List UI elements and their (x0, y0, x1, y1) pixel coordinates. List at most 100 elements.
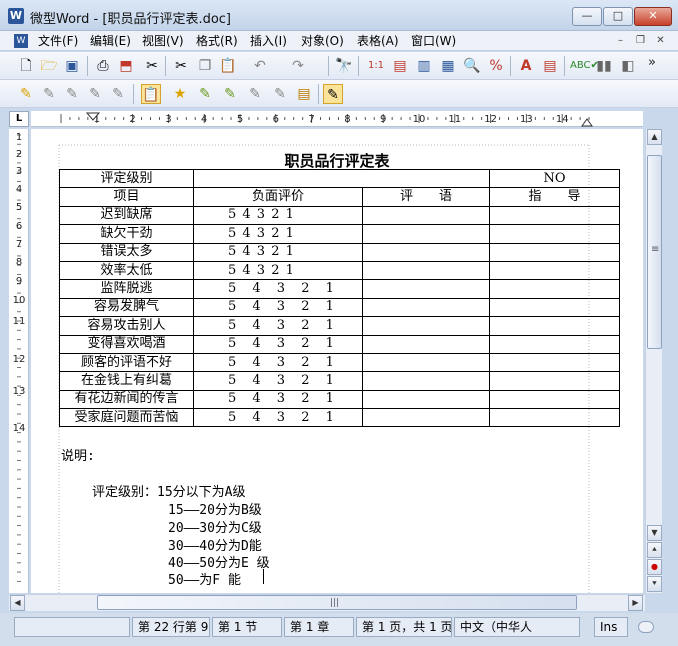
cut-icon[interactable]: ✂ (142, 56, 162, 76)
score-cell[interactable]: 5 4 3 2 1 (193, 242, 363, 262)
guide-cell[interactable] (489, 371, 620, 391)
header-negative[interactable]: 负面评价 (193, 187, 363, 207)
bookmark-1-icon[interactable]: ★ (170, 84, 190, 104)
score-cell[interactable]: 5 4 3 2 1 (193, 260, 363, 281)
bookmark-3-icon[interactable]: ✎ (220, 84, 240, 104)
score-cell[interactable]: 5 4 3 2 1 (193, 389, 363, 410)
style-5-icon[interactable]: ✎ (108, 84, 128, 104)
insert-row-icon[interactable]: ▤ (390, 56, 410, 76)
save-icon[interactable]: ▣ (62, 56, 82, 76)
menu-file[interactable]: 文件(F) (38, 33, 78, 49)
item-cell[interactable]: 变得喜欢喝酒 (59, 334, 194, 354)
spellcheck-icon[interactable]: ABC✔ (570, 56, 599, 76)
item-cell[interactable]: 受家庭问题而苦恼 (59, 408, 194, 428)
menu-edit[interactable]: 编辑(E) (90, 33, 131, 49)
item-cell[interactable]: 缺欠干劲 (59, 224, 194, 244)
style-4-icon[interactable]: ✎ (85, 84, 105, 104)
vertical-ruler[interactable]: 1 2 3 4 5 6 7 8 9 10 11 12 13 14 (9, 129, 29, 593)
comment-cell[interactable] (362, 279, 490, 299)
page-setup-icon[interactable]: ▤ (540, 56, 560, 76)
tab-stop-selector[interactable]: L (9, 111, 29, 127)
item-cell[interactable]: 容易攻击别人 (59, 316, 194, 336)
zoom-icon[interactable]: 🔍 (462, 56, 482, 76)
print-icon[interactable]: ⎙ (93, 56, 113, 76)
item-cell[interactable]: 迟到缺席 (59, 205, 194, 226)
vertical-scroll-thumb[interactable]: ≡ (647, 155, 662, 349)
doc-close-button[interactable]: ✕ (652, 33, 669, 49)
status-mode[interactable]: Ins (594, 617, 628, 637)
copy-icon-2[interactable]: ❐ (195, 56, 215, 76)
shading-icon[interactable]: ◧ (618, 56, 638, 76)
menu-insert[interactable]: 插入(I) (250, 33, 287, 49)
edit-icon[interactable]: ✎ (323, 84, 343, 104)
bookmark-5-icon[interactable]: ✎ (270, 84, 290, 104)
header-item[interactable]: 项目 (59, 187, 194, 207)
comment-cell[interactable] (362, 242, 490, 262)
right-indent-marker[interactable] (581, 118, 593, 127)
menu-format[interactable]: 格式(R) (196, 33, 238, 49)
style-2-icon[interactable]: ✎ (39, 84, 59, 104)
comment-cell[interactable] (362, 352, 490, 373)
guide-cell[interactable] (489, 260, 620, 281)
zoom-slider-icon[interactable] (638, 621, 654, 633)
scroll-left-icon[interactable]: ◀ (10, 595, 25, 611)
comment-cell[interactable] (362, 334, 490, 354)
item-cell[interactable]: 有花边新闻的传言 (59, 389, 194, 410)
find-icon[interactable]: 🔭 (334, 56, 354, 76)
guide-cell[interactable] (489, 297, 620, 318)
style-1-icon[interactable]: ✎ (16, 84, 36, 104)
next-page-icon[interactable]: ⯆ (647, 576, 662, 592)
menu-window[interactable]: 窗口(W) (411, 33, 456, 49)
score-cell[interactable]: 5 4 3 2 1 (193, 316, 363, 336)
guide-cell[interactable] (489, 352, 620, 373)
menu-table[interactable]: 表格(A) (357, 33, 399, 49)
vertical-scrollbar[interactable]: ▲ ≡ ▼ ⯅ ● ⯆ (645, 129, 662, 593)
menu-view[interactable]: 视图(V) (142, 33, 184, 49)
special-icon[interactable]: % (486, 56, 506, 76)
item-cell[interactable]: 效率太低 (59, 260, 194, 281)
note-icon[interactable]: ▤ (294, 84, 314, 104)
no-cell[interactable]: NO (489, 168, 620, 189)
doc-restore-button[interactable]: ❐ (632, 33, 649, 49)
item-cell[interactable]: 容易发脾气 (59, 297, 194, 318)
close-button[interactable]: ✕ (634, 7, 672, 26)
format-paint-icon[interactable]: 📋 (141, 84, 161, 104)
guide-cell[interactable] (489, 389, 620, 410)
open-folder-icon[interactable]: 🗁 (39, 56, 59, 76)
font-color-icon[interactable]: A (516, 56, 536, 76)
score-cell[interactable]: 5 4 3 2 1 (193, 279, 363, 299)
header-guide[interactable]: 指 导 (489, 187, 620, 207)
item-cell[interactable]: 监阵脱逃 (59, 279, 194, 299)
comment-cell[interactable] (362, 389, 490, 410)
score-cell[interactable]: 5 4 3 2 1 (193, 352, 363, 373)
horizontal-scrollbar[interactable]: ◀ ||| ▶ (9, 594, 645, 611)
score-cell[interactable]: 5 4 3 2 1 (193, 371, 363, 391)
doc-minimize-button[interactable]: – (612, 33, 629, 49)
item-cell[interactable]: 在金钱上有纠葛 (59, 371, 194, 391)
chart-icon[interactable]: ▮▮ (594, 56, 614, 76)
score-cell[interactable]: 5 4 3 2 1 (193, 408, 363, 428)
browse-object-icon[interactable]: ● (647, 559, 662, 575)
document-menu-icon[interactable]: W (14, 34, 28, 48)
menu-object[interactable]: 对象(O) (301, 33, 344, 49)
bookmark-2-icon[interactable]: ✎ (195, 84, 215, 104)
evaluation-table[interactable]: 评定级别 NO 项目 负面评价 评 语 指 导 迟到缺席 5 4 3 2 1 缺欠干… (59, 168, 620, 428)
columns-icon[interactable]: ▦ (438, 56, 458, 76)
text-box-icon[interactable]: ▥ (414, 56, 434, 76)
paste-icon[interactable]: 📋 (218, 56, 238, 76)
bookmark-4-icon[interactable]: ✎ (245, 84, 265, 104)
maximize-button[interactable]: □ (603, 7, 633, 26)
comment-cell[interactable] (362, 371, 490, 391)
style-3-icon[interactable]: ✎ (62, 84, 82, 104)
table-icon[interactable]: 1:1 (366, 56, 386, 76)
horizontal-scroll-thumb[interactable]: ||| (97, 595, 577, 610)
comment-cell[interactable] (362, 224, 490, 244)
guide-cell[interactable] (489, 205, 620, 226)
horizontal-ruler[interactable]: 1 2 3 4 5 6 7 8 9 10 11 12 13 14 (31, 111, 643, 127)
comment-cell[interactable] (362, 408, 490, 428)
guide-cell[interactable] (489, 316, 620, 336)
item-cell[interactable]: 错误太多 (59, 242, 194, 262)
redo-icon[interactable]: ↷ (288, 56, 308, 76)
pdf-icon[interactable]: ⬒ (116, 56, 136, 76)
header-comment[interactable]: 评 语 (362, 187, 490, 207)
